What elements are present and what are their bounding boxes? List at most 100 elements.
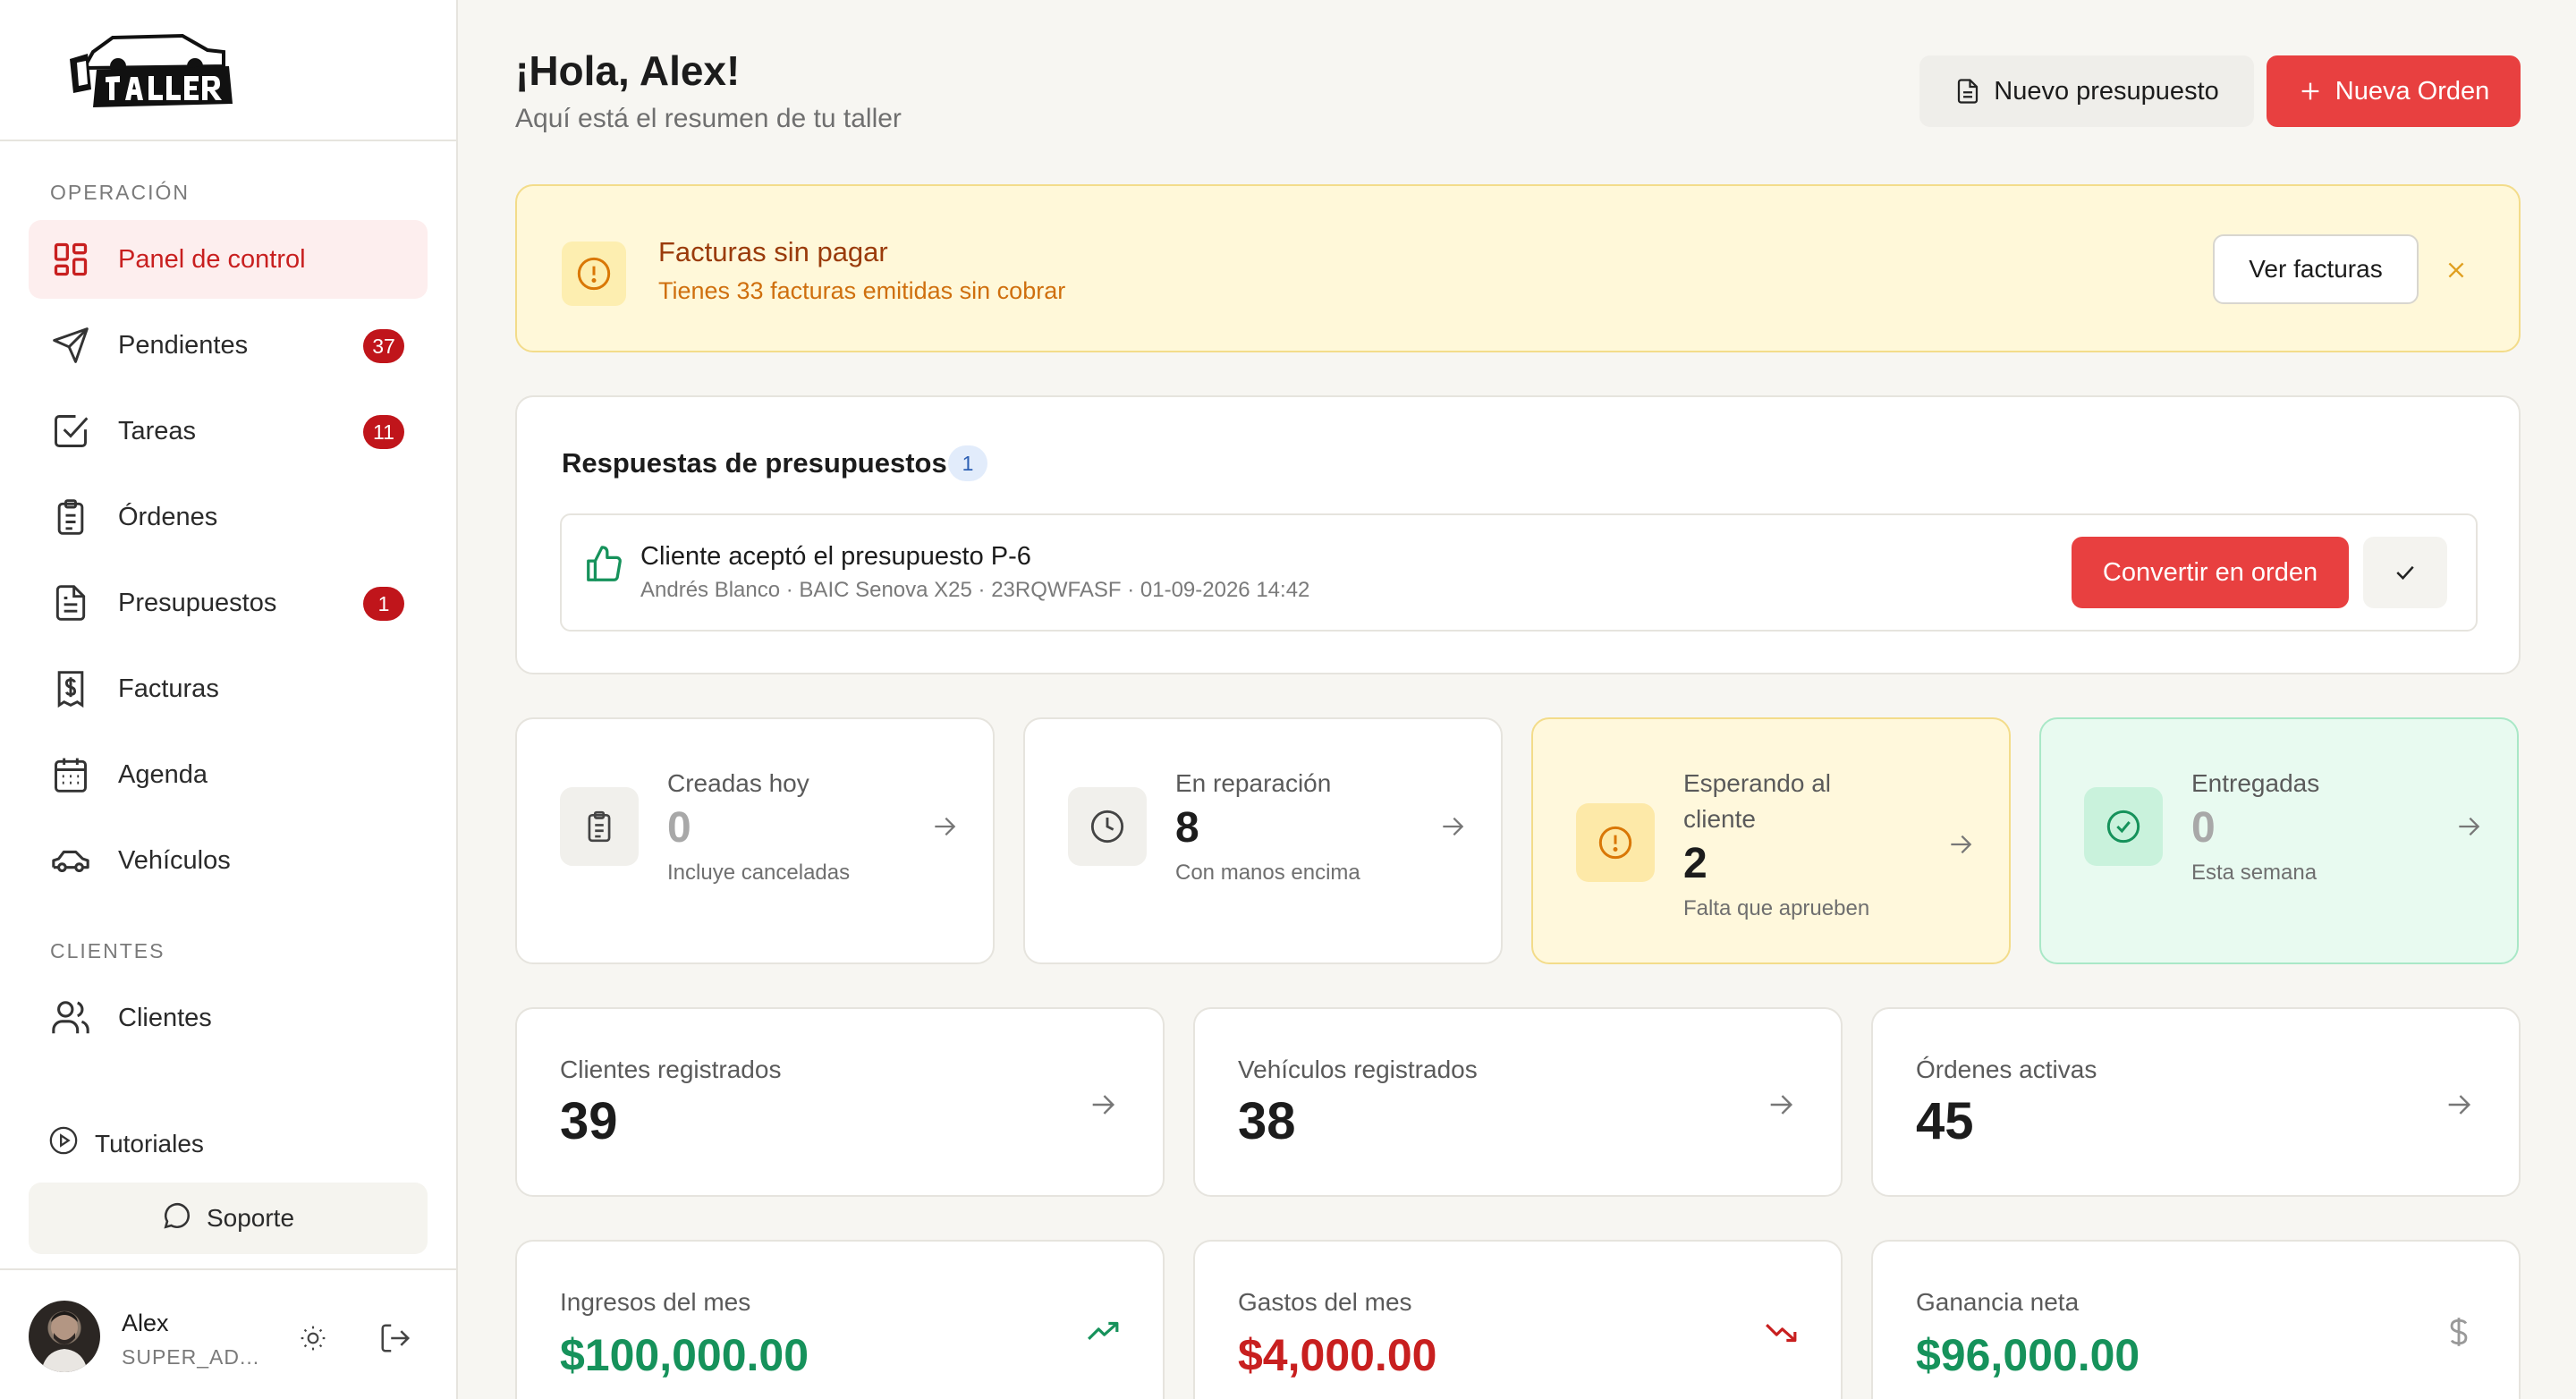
user-area: Alex SUPER_AD... (0, 1268, 456, 1399)
mark-read-button[interactable] (2363, 537, 2447, 608)
total-value: 38 (1238, 1092, 1296, 1150)
logout-icon (381, 1324, 411, 1352)
users-icon (50, 997, 91, 1039)
thumbs-up-icon (587, 546, 622, 581)
stat-card-entregadas[interactable]: Entregadas 0 Esta semana (2039, 717, 2519, 964)
sidebar-item-pendientes[interactable]: Pendientes 37 (29, 306, 428, 385)
user-name: Alex (122, 1310, 169, 1336)
stat-label: Entregadas (2191, 769, 2320, 797)
check-icon (2396, 565, 2414, 581)
tutoriales-link[interactable]: Tutoriales (48, 1125, 204, 1162)
total-card-vehiculos[interactable]: Vehículos registrados 38 (1193, 1007, 1843, 1197)
sidebar-item-label: Facturas (118, 674, 219, 703)
stat-value: 0 (667, 804, 691, 852)
soporte-button[interactable]: Soporte (29, 1183, 428, 1254)
document-icon (50, 582, 91, 623)
dashboard-icon (50, 239, 91, 280)
stat-label: En reparación (1175, 769, 1332, 797)
finance-label: Gastos del mes (1238, 1288, 1412, 1316)
quote-responses-panel: Respuestas de presupuestos 1 Cliente ace… (515, 395, 2521, 674)
tutoriales-label: Tutoriales (95, 1129, 204, 1157)
finance-label: Ingresos del mes (560, 1288, 751, 1316)
stat-sub: Con manos encima (1175, 861, 1360, 885)
sidebar-item-label: Órdenes (118, 502, 218, 531)
count-badge: 11 (363, 415, 404, 449)
total-label: Órdenes activas (1916, 1056, 2097, 1083)
total-label: Clientes registrados (560, 1056, 782, 1083)
close-icon (2448, 262, 2464, 278)
alert-circle-icon (562, 242, 626, 306)
close-alert-button[interactable] (2440, 254, 2472, 286)
calendar-icon (50, 754, 91, 795)
sidebar-item-panel-de-control[interactable]: Panel de control (29, 220, 428, 299)
sidebar-item-clientes[interactable]: Clientes (29, 979, 428, 1057)
play-circle-icon (48, 1125, 79, 1162)
sidebar-item-tareas[interactable]: Tareas 11 (29, 392, 428, 471)
sun-icon (301, 1326, 326, 1351)
arrow-right-icon (2451, 809, 2487, 844)
total-card-clientes[interactable]: Clientes registrados 39 (515, 1007, 1165, 1197)
stat-sub: Esta semana (2191, 861, 2318, 885)
logo-area (0, 0, 456, 141)
sidebar-item-vehiculos[interactable]: Vehículos (29, 821, 428, 900)
chat-bubble-icon (162, 1200, 192, 1237)
finance-card-gastos[interactable]: Gastos del mes $4,000.00 (1193, 1240, 1843, 1399)
new-quote-label: Nuevo presupuesto (1994, 76, 2219, 106)
arrow-right-icon (1943, 827, 1979, 862)
trending-up-icon (1084, 1313, 1122, 1351)
panel-title: Respuestas de presupuestos (562, 447, 947, 479)
stat-card-creadas-hoy[interactable]: Creadas hoy 0 Incluye canceladas (515, 717, 995, 964)
user-role: SUPER_AD... (122, 1345, 260, 1369)
finance-card-ganancia[interactable]: Ganancia neta $96,000.00 (1871, 1240, 2521, 1399)
page-title: ¡Hola, Alex! (515, 47, 741, 94)
finance-value: $100,000.00 (560, 1330, 809, 1380)
sidebar-item-presupuestos[interactable]: Presupuestos 1 (29, 564, 428, 642)
stat-card-esperando-cliente[interactable]: Esperando al cliente 2 Falta que apruebe… (1531, 717, 2011, 964)
invoice-dollar-icon (50, 668, 91, 709)
avatar[interactable] (29, 1301, 100, 1372)
theme-toggle-button[interactable] (295, 1320, 331, 1356)
total-value: 45 (1916, 1092, 1974, 1150)
new-order-label: Nueva Orden (2334, 76, 2490, 106)
mi-taller-logo[interactable] (66, 27, 236, 111)
clipboard-icon (560, 787, 639, 866)
new-quote-button[interactable]: Nuevo presupuesto (1919, 55, 2254, 127)
finance-value: $96,000.00 (1916, 1330, 2140, 1380)
arrow-right-icon (1435, 809, 1470, 844)
count-badge: 1 (363, 587, 404, 621)
sidebar-item-ordenes[interactable]: Órdenes (29, 478, 428, 556)
count-badge: 1 (948, 445, 987, 481)
view-invoices-button[interactable]: Ver facturas (2213, 234, 2419, 304)
count-badge: 37 (363, 329, 404, 363)
plus-icon (2301, 82, 2319, 100)
dollar-icon (2440, 1313, 2478, 1351)
logout-button[interactable] (376, 1318, 415, 1358)
alert-title: Facturas sin pagar (658, 236, 888, 267)
finance-value: $4,000.00 (1238, 1330, 1437, 1380)
sidebar-item-facturas[interactable]: Facturas (29, 649, 428, 728)
car-icon (50, 840, 91, 881)
stat-sub: Falta que aprueben (1683, 896, 1870, 920)
sidebar: OPERACIÓN Panel de control Pendientes 37… (0, 0, 458, 1399)
response-meta: Andrés Blanco · BAIC Senova X25 · 23RQWF… (640, 578, 1310, 602)
clipboard-icon (50, 496, 91, 538)
alert-text: Tienes 33 facturas emitidas sin cobrar (658, 277, 1066, 304)
total-card-ordenes-activas[interactable]: Órdenes activas 45 (1871, 1007, 2521, 1197)
convert-to-order-button[interactable]: Convertir en orden (2072, 537, 2349, 608)
document-icon (1958, 79, 1979, 104)
stat-value: 8 (1175, 804, 1199, 852)
page-subtitle: Aquí está el resumen de tu taller (515, 104, 902, 133)
trending-down-icon (1762, 1313, 1800, 1351)
new-order-button[interactable]: Nueva Orden (2267, 55, 2521, 127)
stat-value: 0 (2191, 804, 2216, 852)
main-content: ¡Hola, Alex! Aquí está el resumen de tu … (458, 0, 2576, 1399)
quote-response-item: Cliente aceptó el presupuesto P-6 Andrés… (560, 513, 2478, 632)
sidebar-item-agenda[interactable]: Agenda (29, 735, 428, 814)
total-label: Vehículos registrados (1238, 1056, 1478, 1083)
stat-label: Creadas hoy (667, 769, 809, 797)
total-value: 39 (560, 1092, 618, 1150)
stat-card-en-reparacion[interactable]: En reparación 8 Con manos encima (1023, 717, 1503, 964)
arrow-right-icon (1084, 1086, 1122, 1123)
checkbox-icon (50, 411, 91, 452)
finance-card-ingresos[interactable]: Ingresos del mes $100,000.00 (515, 1240, 1165, 1399)
